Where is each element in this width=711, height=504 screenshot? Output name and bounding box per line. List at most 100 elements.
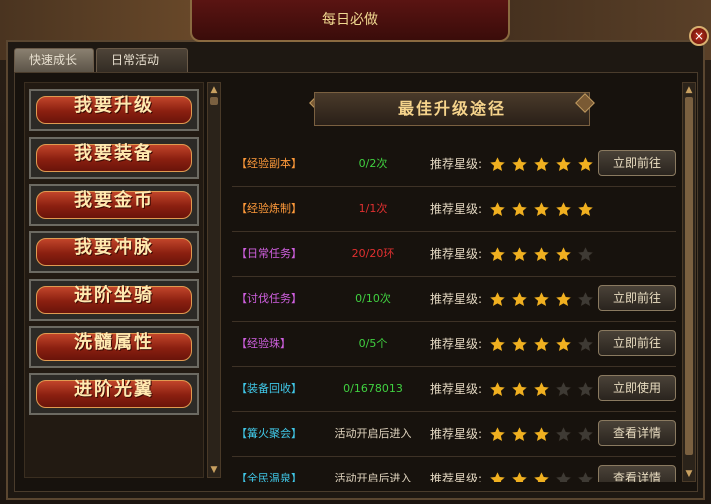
scroll-up-arrow-icon[interactable]: ▲ <box>209 85 219 95</box>
star-filled-icon <box>532 200 551 219</box>
star-filled-icon <box>510 245 529 264</box>
star-filled-icon <box>532 290 551 309</box>
menu-button-label: 我要金币 <box>74 190 154 211</box>
activity-name: 【日常任务】 <box>236 247 302 260</box>
menu-button-label: 我要装备 <box>74 143 154 164</box>
star-filled-icon <box>510 380 529 399</box>
star-filled-icon <box>488 380 507 399</box>
star-empty-icon <box>576 470 595 482</box>
go-now-button[interactable]: 立即前往 <box>598 285 676 311</box>
star-filled-icon <box>510 200 529 219</box>
rating-label: 推荐星级: <box>430 472 483 482</box>
window-title-plate: 每日必做 <box>190 0 510 42</box>
activity-name: 【篝火聚会】 <box>236 427 302 440</box>
rating-label: 推荐星级: <box>430 247 483 261</box>
activity-name: 【全民温泉】 <box>236 472 302 482</box>
star-rating <box>488 200 598 220</box>
menu-button-level-up[interactable]: 我要升级 <box>29 89 199 131</box>
list-item: 【经验副本】 0/2次 推荐星级: 立即前往 <box>232 142 676 187</box>
use-now-button[interactable]: 立即使用 <box>598 375 676 401</box>
list-item: 【讨伐任务】 0/10次 推荐星级: 立即前往 <box>232 277 676 322</box>
star-filled-icon <box>554 245 573 264</box>
star-rating <box>488 245 598 265</box>
left-scrollbar[interactable]: ▲ ▼ <box>207 82 221 478</box>
activity-progress: 1/1次 <box>358 202 388 215</box>
menu-button-label: 进阶坐骑 <box>74 285 154 306</box>
star-filled-icon <box>554 200 573 219</box>
view-details-button[interactable]: 查看详情 <box>598 465 676 482</box>
rating-label: 推荐星级: <box>430 427 483 441</box>
rating-label: 推荐星级: <box>430 292 483 306</box>
star-filled-icon <box>510 290 529 309</box>
star-filled-icon <box>488 155 507 174</box>
menu-button-attributes[interactable]: 洗髓属性 <box>29 326 199 368</box>
menu-button-gold[interactable]: 我要金币 <box>29 184 199 226</box>
list-item: 【装备回收】 0/1678013 推荐星级: 立即使用 <box>232 367 676 412</box>
star-filled-icon <box>510 470 529 482</box>
star-empty-icon <box>554 380 573 399</box>
star-filled-icon <box>488 290 507 309</box>
list-item: 【日常任务】 20/20环 推荐星级: <box>232 232 676 277</box>
activity-name: 【讨伐任务】 <box>236 292 302 305</box>
star-empty-icon <box>554 470 573 482</box>
activity-progress: 0/5个 <box>358 337 388 350</box>
star-filled-icon <box>532 155 551 174</box>
star-empty-icon <box>554 425 573 444</box>
activity-progress: 20/20环 <box>351 247 395 260</box>
star-filled-icon <box>532 425 551 444</box>
star-empty-icon <box>576 290 595 309</box>
tab-quick-growth[interactable]: 快速成长 <box>14 48 94 72</box>
list-item: 【全民温泉】 活动开启后进入 推荐星级: 查看详情 <box>232 457 676 482</box>
scroll-down-arrow-icon[interactable]: ▼ <box>684 469 694 479</box>
activity-name: 【经验珠】 <box>236 337 291 350</box>
star-empty-icon <box>576 335 595 354</box>
activity-name: 【装备回收】 <box>236 382 302 395</box>
activity-progress: 活动开启后进入 <box>334 472 412 482</box>
scroll-thumb[interactable] <box>210 97 218 105</box>
star-filled-icon <box>576 155 595 174</box>
star-filled-icon <box>576 200 595 219</box>
menu-button-equipment[interactable]: 我要装备 <box>29 137 199 179</box>
close-button[interactable]: × <box>689 26 709 46</box>
menu-button-meridian[interactable]: 我要冲脉 <box>29 231 199 273</box>
star-rating <box>488 470 598 482</box>
menu-button-mount[interactable]: 进阶坐骑 <box>29 279 199 321</box>
list-item: 【经验珠】 0/5个 推荐星级: 立即前往 <box>232 322 676 367</box>
menu-button-label: 我要冲脉 <box>74 237 154 258</box>
list-item: 【经验炼制】 1/1次 推荐星级: <box>232 187 676 232</box>
star-empty-icon <box>576 425 595 444</box>
rating-label: 推荐星级: <box>430 337 483 351</box>
tab-daily-activity[interactable]: 日常活动 <box>96 48 188 72</box>
star-filled-icon <box>488 335 507 354</box>
right-scrollbar[interactable]: ▲ ▼ <box>682 82 696 482</box>
star-filled-icon <box>554 290 573 309</box>
star-filled-icon <box>532 245 551 264</box>
star-filled-icon <box>488 245 507 264</box>
scroll-thumb[interactable] <box>685 97 693 455</box>
scroll-up-arrow-icon[interactable]: ▲ <box>684 85 694 95</box>
star-filled-icon <box>532 335 551 354</box>
star-filled-icon <box>510 335 529 354</box>
menu-button-label: 洗髓属性 <box>74 332 154 353</box>
activity-progress: 活动开启后进入 <box>334 427 412 440</box>
go-now-button[interactable]: 立即前往 <box>598 330 676 356</box>
star-filled-icon <box>510 425 529 444</box>
rating-label: 推荐星级: <box>430 157 483 171</box>
star-filled-icon <box>554 335 573 354</box>
star-filled-icon <box>488 470 507 482</box>
daily-window: 每日必做 × 快速成长 日常活动 我要升级 我要装备 我要金币 我要冲脉 进阶坐… <box>0 0 711 504</box>
star-filled-icon <box>532 470 551 482</box>
menu-button-label: 进阶光翼 <box>74 379 154 400</box>
activity-progress: 0/10次 <box>355 292 391 305</box>
activity-name: 【经验炼制】 <box>236 202 302 215</box>
left-menu-panel: 我要升级 我要装备 我要金币 我要冲脉 进阶坐骑 洗髓属性 进阶光翼 <box>24 82 204 478</box>
section-banner: 最佳升级途径 <box>314 92 590 126</box>
menu-button-wings[interactable]: 进阶光翼 <box>29 373 199 415</box>
star-filled-icon <box>488 200 507 219</box>
view-details-button[interactable]: 查看详情 <box>598 420 676 446</box>
star-empty-icon <box>576 245 595 264</box>
star-empty-icon <box>576 380 595 399</box>
go-now-button[interactable]: 立即前往 <box>598 150 676 176</box>
scroll-down-arrow-icon[interactable]: ▼ <box>209 465 219 475</box>
activity-progress: 0/2次 <box>358 157 388 170</box>
